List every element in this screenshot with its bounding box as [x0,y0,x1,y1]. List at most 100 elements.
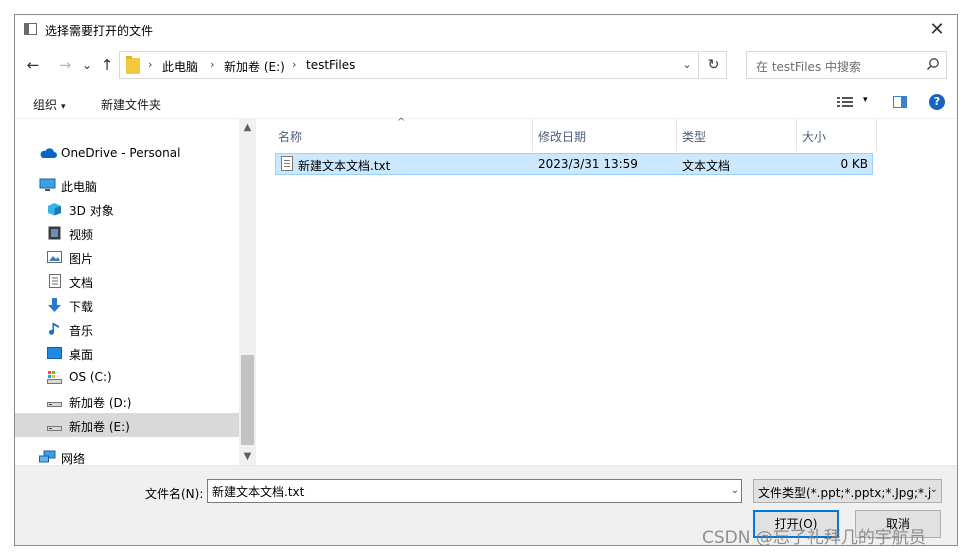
nav-item-music[interactable]: 音乐 [15,317,239,341]
command-toolbar: 组织 ▾ 新建文件夹 ▾ ? [15,87,957,119]
nav-scrollbar[interactable]: ▲ ▼ [239,119,256,465]
search-input[interactable]: 在 testFiles 中搜索 [746,51,947,79]
address-bar[interactable]: › 此电脑 › 新加卷 (E:) › testFiles ⌄ [119,51,699,79]
refresh-button[interactable]: ↻ [701,51,727,79]
sort-ascending-icon: ^ [397,117,406,128]
os-drive-icon [47,371,62,384]
filename-input[interactable] [207,479,742,503]
drive-icon [47,402,62,407]
text-file-icon [281,156,293,171]
pictures-icon [47,251,62,263]
address-row: ← → ⌄ ↑ › 此电脑 › 新加卷 (E:) › testFiles ⌄ ↻… [15,49,957,81]
up-arrow-icon: ↑ [100,56,114,74]
chevron-down-icon: ⌄ [929,484,938,495]
file-type: 文本文档 [682,159,731,173]
scroll-up-icon[interactable]: ▲ [239,119,256,136]
close-button[interactable]: ✕ [917,15,957,45]
nav-item-videos[interactable]: 视频 [15,221,239,245]
nav-item-downloads[interactable]: 下载 [15,293,239,317]
column-header-size[interactable]: 大小 [797,119,877,151]
file-size: 0 KB [840,157,868,171]
nav-item-pictures[interactable]: 图片 [15,245,239,269]
folder-icon [126,56,140,74]
nav-label: 下载 [69,300,94,314]
breadcrumb-this-pc[interactable]: 此电脑 [162,58,198,75]
documents-icon [49,274,61,288]
forward-arrow-icon: → [58,56,72,74]
address-dropdown-button[interactable]: ⌄ [676,52,698,78]
close-icon: ✕ [929,19,945,40]
scroll-down-icon[interactable]: ▼ [239,448,256,465]
organize-label: 组织 [33,98,58,112]
download-icon [48,298,61,312]
dialog-window-icon [24,23,37,35]
help-icon[interactable]: ? [929,94,945,110]
new-folder-label: 新建文件夹 [101,98,162,112]
column-header-name[interactable]: 名称 ^ [273,117,533,151]
cube-3d-icon [48,203,61,216]
title-bar: 选择需要打开的文件 ✕ [15,15,957,45]
breadcrumb-separator: › [210,58,215,71]
nav-item-drive-d[interactable]: 新加卷 (D:) [15,389,239,413]
scroll-thumb[interactable] [241,355,254,445]
refresh-icon: ↻ [707,57,720,73]
view-details-icon[interactable] [837,96,853,108]
nav-item-3d-objects[interactable]: 3D 对象 [15,197,239,221]
column-header-type[interactable]: 类型 [677,119,797,151]
organize-menu[interactable]: 组织 ▾ [33,96,66,113]
column-header-modified[interactable]: 修改日期 [533,119,677,151]
nav-item-this-pc[interactable]: 此电脑 [15,173,239,197]
nav-item-onedrive[interactable]: OneDrive - Personal [15,141,239,165]
file-row[interactable]: 新建文本文档.txt 2023/3/31 13:59 文本文档 0 KB [275,153,873,175]
preview-pane-icon[interactable] [893,96,907,108]
cloud-icon [40,148,57,158]
navigation-pane: OneDrive - Personal 此电脑 3D 对象 视频 图片 文档 下… [15,119,257,466]
filename-dropdown-button[interactable]: ⌄ [728,480,742,502]
nav-label: 视频 [69,228,94,242]
column-header-label: 名称 [278,130,303,144]
new-folder-button[interactable]: 新建文件夹 [101,96,161,113]
nav-item-os-c[interactable]: OS (C:) [15,365,239,389]
network-icon [39,450,56,463]
filetype-select[interactable]: 文件类型(*.ppt;*.pptx;*.Jpg;*.j ⌄ [753,479,942,503]
nav-item-desktop[interactable]: 桌面 [15,341,239,365]
dialog-title: 选择需要打开的文件 [45,24,154,38]
breadcrumb-separator: › [292,58,297,71]
breadcrumb-drive-e[interactable]: 新加卷 (E:) [224,58,285,75]
breadcrumb-testfiles[interactable]: testFiles [306,58,355,72]
search-placeholder: 在 testFiles 中搜索 [756,60,862,74]
watermark: CSDN @忘了礼拜几的宇航员 [702,528,926,548]
nav-item-drive-e[interactable]: 新加卷 (E:) [15,413,239,437]
chevron-down-icon: ⌄ [682,58,692,71]
nav-label: 图片 [69,252,94,266]
nav-label: 桌面 [69,348,94,362]
forward-button[interactable]: → [55,55,75,75]
nav-item-documents[interactable]: 文档 [15,269,239,293]
column-header-label: 类型 [682,130,707,144]
drive-icon [47,426,62,431]
nav-label: 此电脑 [61,180,98,194]
recent-locations-button[interactable]: ⌄ [77,55,97,75]
nav-label: OS (C:) [69,370,112,384]
video-icon [48,226,61,240]
music-icon [49,323,59,335]
breadcrumb-separator: › [148,58,153,71]
nav-label: OneDrive - Personal [61,146,181,160]
file-open-dialog: 选择需要打开的文件 ✕ ← → ⌄ ↑ › 此电脑 › 新加卷 (E:) › t… [14,14,958,546]
view-options-caret-icon[interactable]: ▾ [863,95,868,105]
filename-label: 文件名(N): [145,487,204,501]
filetype-value: 文件类型(*.ppt;*.pptx;*.Jpg;*.j [758,486,932,500]
file-list: 名称 ^ 修改日期 类型 大小 新建文本文档.txt 2023/3/31 13:… [273,117,957,465]
back-button[interactable]: ← [23,55,43,75]
chevron-down-icon: ⌄ [730,485,740,496]
nav-label: 新加卷 (E:) [69,420,130,434]
nav-label: 新加卷 (D:) [69,396,132,410]
desktop-icon [47,347,62,359]
chevron-down-icon: ⌄ [81,58,93,72]
nav-label: 3D 对象 [69,204,114,218]
caret-down-icon: ▾ [61,102,66,112]
file-name: 新建文本文档.txt [298,159,391,173]
search-icon[interactable] [926,57,940,71]
column-header-label: 大小 [802,130,827,144]
up-button[interactable]: ↑ [97,55,117,75]
